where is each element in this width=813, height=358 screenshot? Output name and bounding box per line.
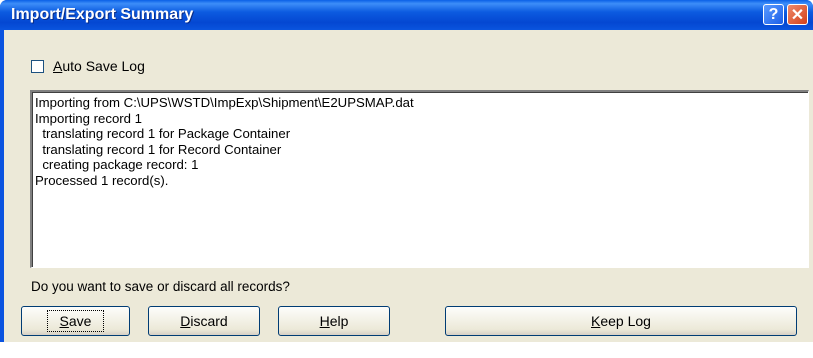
close-icon[interactable]: ✕: [787, 4, 808, 25]
keep-log-button[interactable]: Keep Log: [445, 306, 797, 336]
auto-save-log-text: uto Save Log: [62, 58, 145, 74]
auto-save-log-option[interactable]: Auto Save Log: [31, 57, 145, 75]
dialog-window: Import/Export Summary ? ✕ Auto Save Log …: [0, 0, 813, 342]
discard-button[interactable]: Discard: [148, 306, 260, 336]
save-button[interactable]: Save: [21, 306, 130, 336]
close-glyph: ✕: [790, 6, 805, 24]
auto-save-log-label[interactable]: Auto Save Log: [53, 58, 145, 74]
help-glyph: ?: [768, 5, 779, 23]
auto-save-log-checkbox[interactable]: [31, 59, 44, 73]
log-line: Importing from C:\UPS\WSTD\ImpExp\Shipme…: [35, 95, 414, 110]
save-discard-question: Do you want to save or discard all recor…: [31, 279, 290, 294]
auto-save-log-mnemonic: A: [53, 58, 63, 74]
log-line: Importing record 1: [35, 110, 143, 126]
log-line: translating record 1 for Package Contain…: [35, 126, 291, 142]
discard-button-label: Discard: [180, 313, 228, 329]
window-title: Import/Export Summary: [11, 6, 194, 23]
log-line: creating package record: 1: [35, 157, 199, 173]
help-button[interactable]: Help: [278, 306, 390, 336]
dialog-body: Auto Save Log Importing from C:\UPS\WSTD…: [4, 30, 813, 342]
save-button-label: Save: [46, 310, 105, 332]
log-textarea[interactable]: Importing from C:\UPS\WSTD\ImpExp\Shipme…: [30, 90, 809, 268]
log-line: translating record 1 for Record Containe…: [35, 141, 282, 157]
help-button-label: Help: [319, 313, 349, 329]
title-bar[interactable]: Import/Export Summary ? ✕: [0, 0, 813, 30]
log-line: Processed 1 record(s).: [35, 172, 169, 188]
keep-log-button-label: Keep Log: [591, 313, 651, 329]
help-icon[interactable]: ?: [763, 4, 784, 25]
